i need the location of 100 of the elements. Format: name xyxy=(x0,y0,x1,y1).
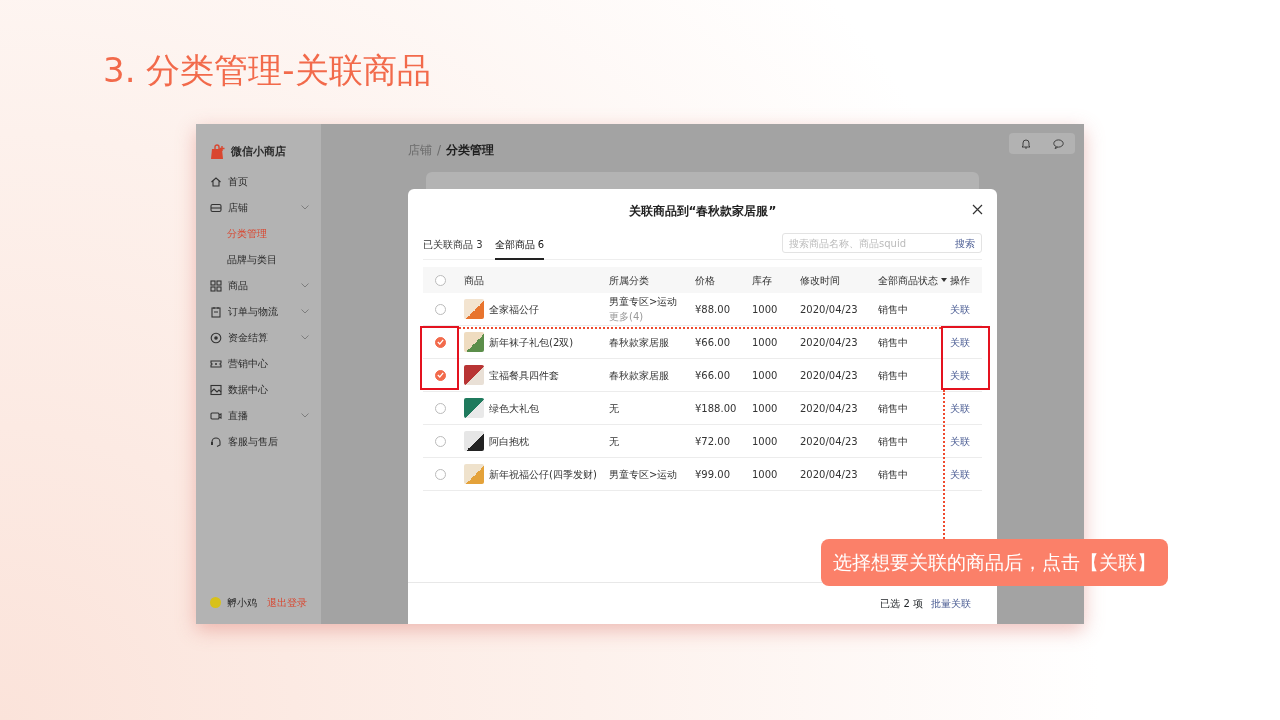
chat-bubble-icon xyxy=(1053,138,1064,149)
search-button[interactable]: 搜索 xyxy=(955,235,975,251)
modal-title: 关联商品到“春秋款家居服” xyxy=(628,203,777,220)
associate-link[interactable]: 关联 xyxy=(950,334,982,350)
product-name: 宝福餐具四件套 xyxy=(489,368,559,383)
date-cell-text: 2020/04/23 xyxy=(800,467,859,482)
grid-icon xyxy=(210,279,222,292)
user-name: 孵小鸡 xyxy=(227,596,257,610)
associate-link[interactable]: 关联 xyxy=(950,301,982,317)
checkbox[interactable] xyxy=(434,303,446,315)
stock-cell-text: 1000 xyxy=(752,368,779,383)
column-header: 商品 xyxy=(463,273,485,288)
callout-bubble: 选择想要关联的商品后，点击【关联】 xyxy=(821,539,1168,586)
close-icon xyxy=(972,204,983,215)
category-text: 春秋款家居服 xyxy=(609,336,669,348)
checkbox[interactable] xyxy=(434,435,446,447)
tab[interactable]: 已关联商品 3 xyxy=(423,236,483,260)
nav-item[interactable]: 客服与售后 xyxy=(210,428,321,455)
checkbox[interactable] xyxy=(434,402,446,414)
associate-link[interactable]: 关联 xyxy=(950,433,982,449)
product-name: 新年袜子礼包(2双) xyxy=(489,335,574,350)
status-cell-text: 销售中 xyxy=(878,302,909,317)
nav-item[interactable]: 店铺 xyxy=(210,194,321,221)
camera-icon xyxy=(210,409,222,422)
nav-subitem[interactable]: 品牌与类目 xyxy=(210,246,321,273)
clipboard-icon xyxy=(210,305,222,318)
product-photo xyxy=(464,365,484,385)
price-cell-text: ¥66.00 xyxy=(695,335,731,350)
date-cell-text: 2020/04/23 xyxy=(800,434,859,449)
slide-title: 3. 分类管理-关联商品 xyxy=(103,49,432,92)
product-name: 新年祝福公仔(四季发财) xyxy=(489,467,597,482)
column-header: 操作 xyxy=(950,273,971,288)
nav-item[interactable]: 资金结算 xyxy=(210,324,321,351)
checkbox[interactable] xyxy=(434,274,446,286)
tab[interactable]: 全部商品 6 xyxy=(494,236,545,260)
price-cell-text: ¥99.00 xyxy=(695,467,731,482)
stock-cell-text: 1000 xyxy=(752,401,779,416)
product-photo xyxy=(464,464,484,484)
column-header: 库存 xyxy=(752,273,773,288)
price-cell-text: ¥188.00 xyxy=(695,401,738,416)
status-cell-text: 销售中 xyxy=(878,368,909,383)
selected-count: 已选 2 项 xyxy=(880,597,923,611)
column-header: 价格 xyxy=(695,273,716,288)
shopping-bag-icon xyxy=(210,144,226,161)
checkbox[interactable] xyxy=(434,336,446,348)
highlight-frame xyxy=(941,326,990,390)
picture-icon xyxy=(210,383,222,396)
date-cell-text: 2020/04/23 xyxy=(800,368,859,383)
product-name: 阿白抱枕 xyxy=(489,434,529,449)
tray-icon xyxy=(210,201,222,214)
associate-link[interactable]: 关联 xyxy=(950,466,982,482)
highlight-frame xyxy=(420,326,459,390)
checkbox[interactable] xyxy=(434,468,446,480)
price-cell-text: ¥72.00 xyxy=(695,434,731,449)
product-name: 绿色大礼包 xyxy=(489,401,539,416)
headset-icon xyxy=(210,435,222,448)
breadcrumb-item: 分类管理 xyxy=(446,142,495,159)
nav-item[interactable]: 营销中心 xyxy=(210,350,321,377)
product-photo xyxy=(464,398,484,418)
column-header: 所属分类 xyxy=(609,273,650,288)
category-text: 春秋款家居服 xyxy=(609,369,669,381)
home-icon xyxy=(210,175,222,188)
status-cell-text: 销售中 xyxy=(878,335,909,350)
product-name: 全家福公仔 xyxy=(489,302,539,317)
nav-item[interactable]: 首页 xyxy=(210,168,321,195)
stock-cell-text: 1000 xyxy=(752,302,779,317)
price-cell-text: ¥88.00 xyxy=(695,302,731,317)
column-header[interactable]: 全部商品状态 xyxy=(878,272,938,288)
nav-item[interactable]: 直播 xyxy=(210,402,321,429)
avatar xyxy=(210,597,221,608)
category-text: 男童专区>运动 xyxy=(609,468,678,480)
close-button[interactable] xyxy=(972,204,983,215)
stock-cell-text: 1000 xyxy=(752,335,779,350)
stock-cell-text: 1000 xyxy=(752,467,779,482)
brand-name: 微信小商店 xyxy=(231,144,286,160)
date-cell-text: 2020/04/23 xyxy=(800,335,859,350)
nav-item[interactable]: 数据中心 xyxy=(210,376,321,403)
status-cell-text: 销售中 xyxy=(878,434,909,449)
product-photo xyxy=(464,332,484,352)
coin-icon xyxy=(210,331,222,344)
associate-link[interactable]: 关联 xyxy=(950,400,982,416)
status-cell-text: 销售中 xyxy=(878,401,909,416)
price-cell-text: ¥66.00 xyxy=(695,368,731,383)
associate-link[interactable]: 关联 xyxy=(950,367,982,383)
checkbox[interactable] xyxy=(434,369,446,381)
column-header: 修改时间 xyxy=(800,273,841,288)
bell-icon xyxy=(1020,138,1031,149)
ticket-icon xyxy=(210,357,222,370)
bulk-associate-button[interactable]: 批量关联 xyxy=(931,596,971,611)
category-text: 无 xyxy=(609,402,619,414)
status-cell-text: 销售中 xyxy=(878,467,909,482)
nav-item[interactable]: 商品 xyxy=(210,272,321,299)
category-text: 无 xyxy=(609,435,619,447)
date-cell-text: 2020/04/23 xyxy=(800,401,859,416)
date-cell-text: 2020/04/23 xyxy=(800,302,859,317)
nav-item[interactable]: 订单与物流 xyxy=(210,298,321,325)
product-photo xyxy=(464,431,484,451)
product-photo xyxy=(464,299,484,319)
category-text: 男童专区>运动 xyxy=(609,296,678,307)
breadcrumb-separator: / xyxy=(437,142,442,159)
